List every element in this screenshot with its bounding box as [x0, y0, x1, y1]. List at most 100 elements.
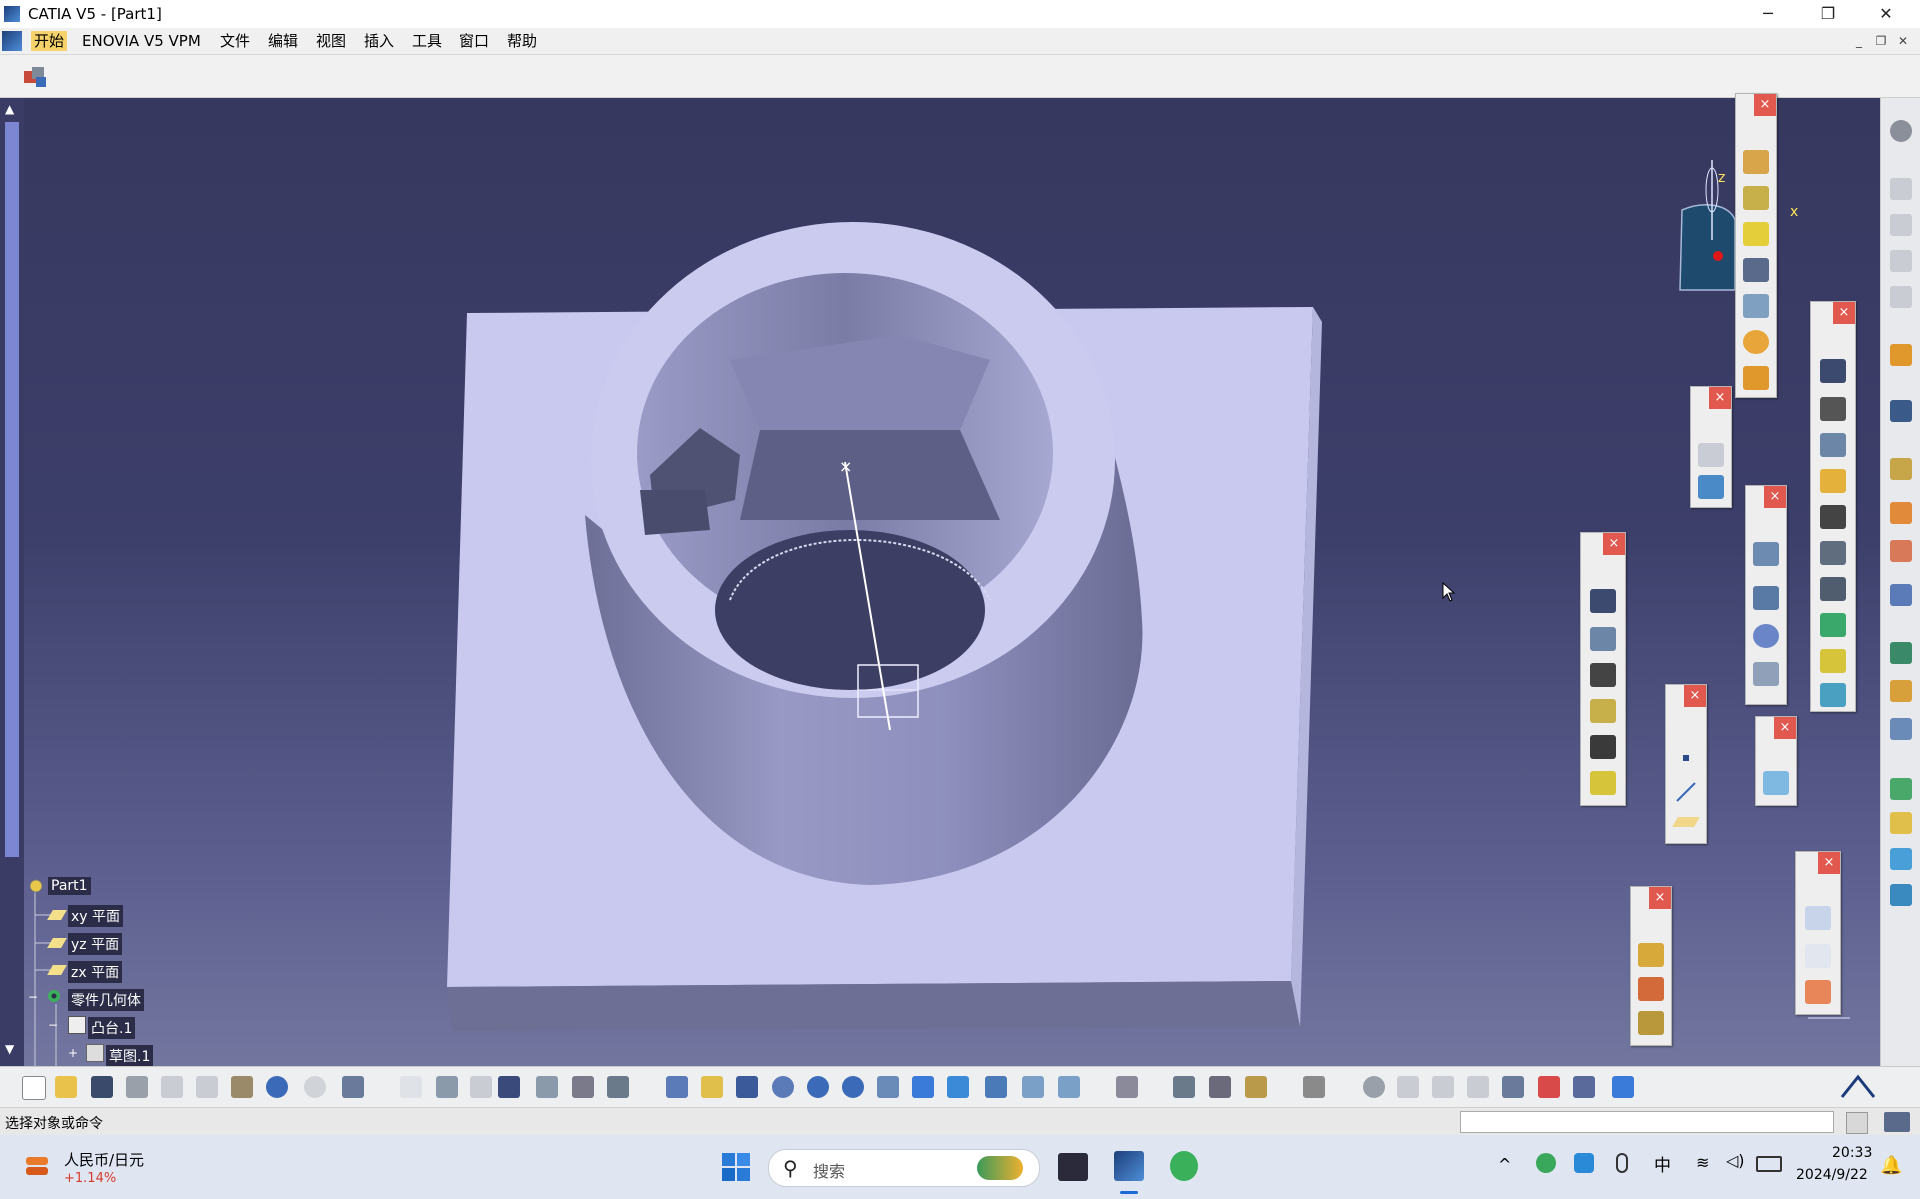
collapse-toggle[interactable]: − — [28, 990, 38, 1004]
workbench-icon[interactable] — [1890, 178, 1912, 200]
menu-start[interactable]: 开始 — [31, 31, 68, 51]
vertical-scrollbar[interactable]: ▲ ▼ — [0, 98, 24, 1066]
multi-view-icon[interactable] — [912, 1076, 934, 1098]
tree-node-zx-plane[interactable]: zx 平面 — [68, 961, 123, 983]
widget-title[interactable]: 人民币/日元 — [64, 1149, 144, 1170]
palette-close-button[interactable]: × — [1764, 486, 1786, 508]
select-arrow-icon[interactable] — [1890, 344, 1912, 366]
capture-icon[interactable] — [1303, 1076, 1325, 1098]
volume-icon[interactable]: ◁) — [1726, 1151, 1745, 1170]
normal-view-icon[interactable] — [877, 1076, 899, 1098]
measure-inertia-icon[interactable] — [1209, 1076, 1231, 1098]
replace-face-tool-icon[interactable] — [1590, 771, 1616, 795]
sew-surface-tool-icon[interactable] — [1820, 683, 1846, 707]
thickness-tool-icon[interactable] — [1820, 505, 1846, 529]
replace-face-tool-icon[interactable] — [1820, 613, 1846, 637]
dimensional-constraint-icon[interactable] — [1612, 1076, 1634, 1098]
tray-security-icon[interactable] — [1574, 1153, 1594, 1173]
paste-icon[interactable] — [231, 1076, 253, 1098]
chamfer-tool-icon[interactable] — [1820, 397, 1846, 421]
snap-icon[interactable] — [1502, 1076, 1524, 1098]
zoom-in-icon[interactable] — [807, 1076, 829, 1098]
menu-file[interactable]: 文件 — [217, 31, 253, 51]
cut-icon[interactable] — [161, 1076, 183, 1098]
windows-start-icon[interactable] — [722, 1153, 750, 1181]
compass-widget[interactable] — [1679, 160, 1736, 291]
sketch-tool-icon[interactable] — [1698, 443, 1724, 467]
draft-tool-icon[interactable] — [1820, 433, 1846, 457]
ime-indicator[interactable]: 中 — [1654, 1151, 1671, 1176]
axis-icon[interactable] — [1432, 1076, 1454, 1098]
render-style-icon[interactable] — [985, 1076, 1007, 1098]
dimension-icon[interactable] — [607, 1076, 629, 1098]
catalog-icon[interactable] — [1890, 884, 1912, 906]
union-trim-icon[interactable] — [1890, 680, 1912, 702]
power-input-icon[interactable] — [1884, 1112, 1910, 1132]
minimize-button[interactable]: ─ — [1740, 0, 1796, 28]
layout-icon[interactable] — [1890, 286, 1912, 308]
tree-node-sketch[interactable]: 草图.1 — [106, 1045, 154, 1067]
groove-tool-icon[interactable] — [1743, 258, 1769, 282]
undo-icon[interactable] — [266, 1076, 288, 1098]
command-options-icon[interactable] — [1846, 1112, 1868, 1134]
browser-app-icon[interactable] — [1170, 1151, 1198, 1181]
law-icon[interactable] — [470, 1076, 492, 1098]
part-root-icon[interactable] — [28, 878, 44, 894]
shell-tool-icon[interactable] — [1820, 469, 1846, 493]
palette-close-button[interactable]: × — [1603, 533, 1625, 555]
mirror-tool-icon[interactable] — [1753, 586, 1779, 610]
save-icon[interactable] — [91, 1076, 113, 1098]
scaling-tool-icon[interactable] — [1753, 662, 1779, 686]
open-folder-icon[interactable] — [55, 1076, 77, 1098]
rotate-icon[interactable] — [772, 1076, 794, 1098]
apply-material-icon[interactable] — [1638, 943, 1664, 967]
print-icon[interactable] — [126, 1076, 148, 1098]
whats-this-icon[interactable] — [342, 1076, 364, 1098]
swap-space-icon[interactable] — [1058, 1076, 1080, 1098]
restore-button[interactable]: ❐ — [1800, 0, 1856, 28]
pad-tool-icon[interactable] — [1743, 150, 1769, 174]
copy-icon[interactable] — [196, 1076, 218, 1098]
scene-icon[interactable] — [1638, 1011, 1664, 1035]
clock-date[interactable]: 2024/9/22 — [1796, 1167, 1868, 1183]
currency-widget-icon[interactable] — [24, 1151, 50, 1181]
3d-annotation-icon[interactable] — [1805, 980, 1831, 1004]
part-workbench-icon[interactable] — [22, 63, 48, 89]
tray-overflow-icon[interactable]: ^ — [1498, 1155, 1511, 1174]
knowledge-icon[interactable] — [436, 1076, 458, 1098]
fillet-tool-icon[interactable] — [1820, 359, 1846, 383]
sheet-icon[interactable] — [1890, 214, 1912, 236]
scroll-down-arrow-icon[interactable]: ▼ — [5, 1042, 14, 1056]
mdi-restore-button[interactable]: ❐ — [1872, 33, 1890, 49]
menu-tools[interactable]: 工具 — [409, 31, 445, 51]
grid-values-icon[interactable] — [1467, 1076, 1489, 1098]
redo-icon[interactable] — [304, 1076, 326, 1098]
shaft-tool-icon[interactable] — [1743, 222, 1769, 246]
point-tool-icon[interactable] — [1683, 755, 1689, 761]
zoom-out-icon[interactable] — [842, 1076, 864, 1098]
pan-icon[interactable] — [736, 1076, 758, 1098]
palette-close-button[interactable]: × — [1774, 717, 1796, 739]
remove-icon[interactable] — [1890, 584, 1912, 606]
tree-node-xy-plane[interactable]: xy 平面 — [68, 905, 124, 927]
palette-close-button[interactable]: × — [1818, 852, 1840, 874]
fly-mode-icon[interactable] — [666, 1076, 688, 1098]
hide-show-icon[interactable] — [1022, 1076, 1044, 1098]
microphone-icon[interactable] — [1616, 1153, 1628, 1173]
add-icon[interactable] — [1890, 540, 1912, 562]
collapse-toggle[interactable]: − — [48, 1018, 58, 1032]
palette-close-button[interactable]: × — [1649, 887, 1671, 909]
plane-tool-icon[interactable] — [1672, 817, 1700, 827]
flag-note-icon[interactable] — [1805, 944, 1831, 968]
settings-gear-icon[interactable] — [1890, 120, 1912, 142]
insert-body-tool-icon[interactable] — [1763, 771, 1789, 795]
geometric-constraint-icon[interactable] — [1573, 1076, 1595, 1098]
line-tool-icon[interactable] — [1675, 781, 1697, 807]
tree-node-yz-plane[interactable]: yz 平面 — [68, 933, 123, 955]
draft-tool-icon[interactable] — [1590, 627, 1616, 651]
measure-item-icon[interactable] — [1116, 1076, 1138, 1098]
text-with-leader-icon[interactable] — [1805, 906, 1831, 930]
notification-bell-icon[interactable]: 🔔 — [1880, 1155, 1902, 1176]
tree-node-part-body[interactable]: 零件几何体 — [68, 989, 144, 1011]
intersect-icon[interactable] — [1890, 642, 1912, 664]
